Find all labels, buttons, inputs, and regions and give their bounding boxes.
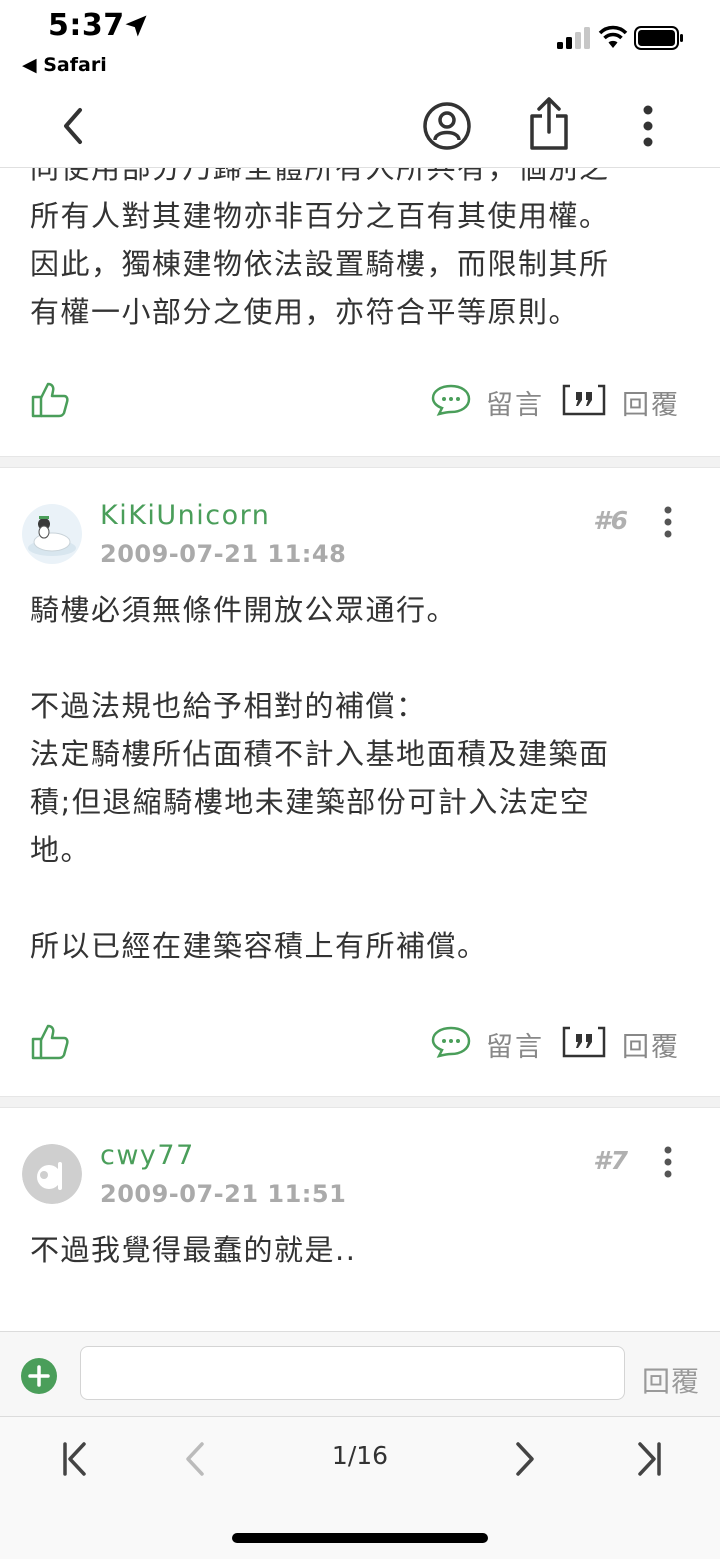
quick-reply-bar: 回覆 (0, 1331, 720, 1417)
post-line: 所有人對其建物亦非百分之百有其使用權。 (30, 199, 610, 233)
status-time: 5:37 (48, 8, 125, 43)
post-line: 同使用部分乃歸全體所有人所共有，個別之 (30, 168, 610, 185)
post-line: 法定騎樓所佔面積不計入基地面積及建築面 (30, 737, 610, 771)
post-actions: 留言 回覆 (0, 370, 720, 430)
post-timestamp: 2009-07-21 11:51 (100, 1180, 347, 1208)
reply-button[interactable]: 回覆 (622, 1025, 680, 1064)
post-line: 騎樓必須無條件開放公眾通行。 (30, 593, 458, 627)
add-attachment-icon[interactable] (20, 1357, 58, 1395)
post-6: KiKiUnicorn 2009-07-21 11:48 #6 騎樓必須無條件開… (0, 488, 720, 1096)
comment-button[interactable]: 留言 (486, 383, 544, 422)
comment-bubble-icon[interactable] (431, 1026, 471, 1060)
post-line: 有權一小部分之使用，亦符合平等原則。 (30, 295, 580, 329)
post-line (30, 1274, 690, 1322)
post-divider (0, 456, 720, 468)
post-more-icon[interactable] (660, 1146, 676, 1178)
user-avatar[interactable] (22, 504, 82, 564)
post-more-icon[interactable] (660, 506, 676, 538)
thumbs-up-icon[interactable] (30, 1022, 70, 1062)
post-5-partial: 同使用部分乃歸全體所有人所共有，個別之 所有人對其建物亦非百分之百有其使用權。 … (0, 168, 720, 456)
post-header: KiKiUnicorn 2009-07-21 11:48 #6 (0, 488, 720, 574)
post-body: 騎樓必須無條件開放公眾通行。 不過法規也給予相對的補償： 法定騎樓所佔面積不計入… (0, 586, 720, 970)
back-chevron-icon[interactable] (56, 106, 90, 146)
post-actions: 留言 回覆 (0, 1012, 720, 1072)
comment-button[interactable]: 留言 (486, 1025, 544, 1064)
location-arrow-icon (125, 15, 147, 37)
post-header: cwy77 2009-07-21 11:51 #7 (0, 1128, 720, 1214)
thumbs-up-icon[interactable] (30, 380, 70, 420)
post-line: 積;但退縮騎樓地未建築部份可計入法定空 (30, 785, 591, 819)
comment-bubble-icon[interactable] (431, 384, 471, 418)
cellular-signal-icon (557, 27, 590, 49)
user-profile-icon[interactable] (421, 100, 473, 152)
post-7: cwy77 2009-07-21 11:51 #7 不過我覺得最蠢的就是.. 在… (0, 1128, 720, 1331)
floor-number: #6 (593, 506, 628, 535)
last-page-icon[interactable] (628, 1439, 668, 1479)
post-timestamp: 2009-07-21 11:48 (100, 540, 347, 568)
quote-reply-icon[interactable] (562, 1024, 606, 1060)
username[interactable]: cwy77 (100, 1140, 195, 1171)
post-line: 不過法規也給予相對的補償： (30, 689, 427, 723)
post-line: 因此，獨棟建物依法設置騎樓，而限制其所 (30, 247, 610, 281)
floor-number: #7 (593, 1146, 628, 1175)
share-icon[interactable] (527, 96, 571, 152)
wifi-icon (598, 25, 628, 48)
post-line (30, 874, 690, 922)
quote-reply-icon[interactable] (562, 382, 606, 418)
status-bar: 5:37 ◀ Safari (0, 0, 720, 86)
post-divider (0, 1096, 720, 1108)
post-body: 同使用部分乃歸全體所有人所共有，個別之 所有人對其建物亦非百分之百有其使用權。 … (0, 168, 720, 336)
home-indicator (232, 1533, 488, 1543)
previous-page-icon[interactable] (176, 1439, 216, 1479)
more-options-icon[interactable] (638, 104, 658, 148)
username[interactable]: KiKiUnicorn (100, 500, 270, 531)
next-page-icon[interactable] (504, 1439, 544, 1479)
thread-content[interactable]: 同使用部分乃歸全體所有人所共有，個別之 所有人對其建物亦非百分之百有其使用權。 … (0, 168, 720, 1331)
battery-icon (634, 26, 683, 50)
post-line: 所以已經在建築容積上有所補償。 (30, 929, 488, 963)
reply-submit-button[interactable]: 回覆 (642, 1360, 700, 1400)
post-line: 地。 (30, 833, 92, 867)
default-avatar[interactable] (22, 1144, 82, 1204)
reply-button[interactable]: 回覆 (622, 383, 680, 422)
post-line: 不過我覺得最蠢的就是.. (30, 1233, 357, 1267)
post-body: 不過我覺得最蠢的就是.. 在騎樓外面再加蓋人行道，然後人行道上面 (0, 1226, 720, 1331)
top-navigation-bar (0, 86, 720, 168)
page-indicator[interactable]: 1/16 (320, 1441, 400, 1470)
page-navigation: 1/16 (0, 1417, 720, 1559)
reply-input[interactable] (80, 1346, 625, 1400)
post-line (30, 634, 690, 682)
back-to-safari-link[interactable]: ◀ Safari (22, 54, 107, 76)
first-page-icon[interactable] (56, 1439, 96, 1479)
post-line: 在騎樓外面再加蓋人行道，然後人行道上面 (30, 1322, 690, 1331)
